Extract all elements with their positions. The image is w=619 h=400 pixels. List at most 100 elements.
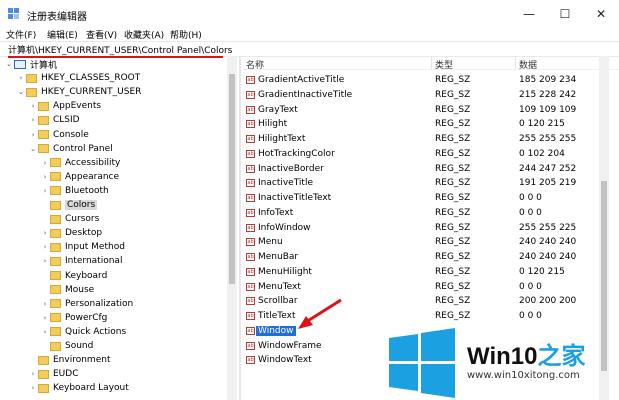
registry-value-row[interactable]: ab MenuText REG_SZ 0 0 0 (241, 280, 601, 294)
tree-item[interactable]: ⌄ Control Panel (28, 142, 113, 156)
minimize-button[interactable]: — (511, 0, 547, 27)
value-name[interactable]: HilightText (258, 134, 305, 144)
expand-chevron-icon[interactable]: › (40, 243, 50, 251)
value-name[interactable]: Scrollbar (258, 296, 298, 306)
tree-item-label[interactable]: Desktop (65, 228, 102, 238)
value-name[interactable]: InactiveTitleText (258, 193, 331, 203)
registry-value-row[interactable]: ab HotTrackingColor REG_SZ 0 102 204 (241, 147, 601, 161)
tree-item[interactable]: Cursors (40, 212, 99, 226)
registry-value-row[interactable]: ab Menu REG_SZ 240 240 240 (241, 235, 601, 249)
column-divider[interactable] (515, 56, 516, 69)
tree-item-label[interactable]: Quick Actions (65, 327, 126, 337)
registry-value-row[interactable]: ab TitleText REG_SZ 0 0 0 (241, 309, 601, 323)
tree-item-label[interactable]: 计算机 (30, 58, 57, 71)
tree-item-label[interactable]: Bluetooth (65, 186, 109, 196)
registry-value-row[interactable]: ab GradientInactiveTitle REG_SZ 215 228 242 (241, 88, 601, 102)
column-header-name[interactable]: 名称 (246, 58, 264, 71)
tree-scrollbar-thumb[interactable] (229, 74, 235, 284)
column-divider[interactable] (431, 56, 432, 69)
registry-value-row[interactable]: ab GradientActiveTitle REG_SZ 185 209 234 (241, 73, 601, 87)
registry-value-row[interactable]: ab InactiveBorder REG_SZ 244 247 252 (241, 162, 601, 176)
expand-chevron-icon[interactable]: › (28, 102, 38, 110)
registry-value-row[interactable]: ab HilightText REG_SZ 255 255 255 (241, 132, 601, 146)
tree-item-label[interactable]: Colors (65, 200, 98, 210)
expand-chevron-icon[interactable]: › (28, 384, 38, 392)
maximize-button[interactable]: ☐ (547, 0, 583, 27)
tree-item[interactable]: Sound (40, 339, 93, 353)
tree-item[interactable]: › Console (28, 128, 89, 142)
tree-item-label[interactable]: AppEvents (53, 101, 101, 111)
tree-item-label[interactable]: Accessibility (65, 158, 120, 168)
menu-view[interactable]: 查看(V) (86, 28, 117, 41)
tree-item[interactable]: Environment (28, 353, 110, 367)
expand-chevron-icon[interactable]: › (40, 314, 50, 322)
registry-value-row[interactable]: ab Hilight REG_SZ 0 120 215 (241, 117, 601, 131)
tree-item[interactable]: › International (40, 254, 123, 268)
value-name[interactable]: TitleText (258, 311, 296, 321)
registry-value-row[interactable]: ab InfoText REG_SZ 0 0 0 (241, 206, 601, 220)
tree-item-label[interactable]: Personalization (65, 299, 133, 309)
registry-value-row[interactable]: ab InfoWindow REG_SZ 255 255 225 (241, 221, 601, 235)
menu-favorites[interactable]: 收藏夹(A) (124, 28, 164, 41)
registry-value-row[interactable]: ab InactiveTitle REG_SZ 191 205 219 (241, 176, 601, 190)
value-name[interactable]: HotTrackingColor (258, 149, 335, 159)
menu-edit[interactable]: 编辑(E) (47, 28, 78, 41)
expand-chevron-icon[interactable]: ⌄ (16, 88, 26, 96)
expand-chevron-icon[interactable]: ⌄ (4, 60, 14, 68)
column-header-type[interactable]: 类型 (435, 58, 453, 71)
tree-item-label[interactable]: HKEY_CURRENT_USER (41, 87, 141, 97)
expand-chevron-icon[interactable]: › (28, 131, 38, 139)
tree-item-label[interactable]: HKEY_CLASSES_ROOT (41, 73, 140, 83)
tree-item-label[interactable]: Control Panel (53, 144, 113, 154)
value-name[interactable]: MenuBar (258, 252, 298, 262)
tree-item-label[interactable]: Appearance (65, 172, 119, 182)
tree-item-label[interactable]: Input Method (65, 242, 125, 252)
tree-item-label[interactable]: Cursors (65, 214, 99, 224)
expand-chevron-icon[interactable]: › (40, 328, 50, 336)
tree-item[interactable]: ⌄ 计算机 (4, 57, 57, 71)
expand-chevron-icon[interactable]: ⌄ (28, 145, 38, 153)
expand-chevron-icon[interactable]: › (40, 159, 50, 167)
tree-item[interactable]: › AppEvents (28, 99, 101, 113)
menu-file[interactable]: 文件(F) (6, 28, 36, 41)
tree-item-label[interactable]: Mouse (65, 285, 94, 295)
tree-item[interactable]: Keyboard (40, 269, 107, 283)
tree-item-label[interactable]: EUDC (53, 369, 79, 379)
tree-item[interactable]: › EUDC (28, 367, 79, 381)
value-name[interactable]: GradientInactiveTitle (258, 90, 352, 100)
value-name[interactable]: InactiveTitle (258, 178, 313, 188)
tree-item[interactable]: ⌄ HKEY_CURRENT_USER (16, 85, 141, 99)
tree-item-label[interactable]: Keyboard Layout (53, 383, 129, 393)
tree-item[interactable]: Colors (40, 198, 98, 212)
tree-item[interactable]: › Bluetooth (40, 184, 109, 198)
expand-chevron-icon[interactable]: › (40, 229, 50, 237)
expand-chevron-icon[interactable]: › (28, 370, 38, 378)
tree-item[interactable]: › Quick Actions (40, 325, 127, 339)
tree-item-label[interactable]: CLSID (53, 115, 80, 125)
registry-value-row[interactable]: ab MenuHilight REG_SZ 0 120 215 (241, 265, 601, 279)
value-name[interactable]: InfoText (258, 208, 293, 218)
tree-item[interactable]: › Input Method (40, 240, 125, 254)
value-name[interactable]: Hilight (258, 119, 287, 129)
value-name[interactable]: GradientActiveTitle (258, 75, 344, 85)
menu-help[interactable]: 帮助(H) (170, 28, 202, 41)
registry-value-row[interactable]: ab MenuBar REG_SZ 240 240 240 (241, 250, 601, 264)
expand-chevron-icon[interactable]: › (40, 187, 50, 195)
tree-item[interactable]: › Personalization (40, 297, 134, 311)
tree-item-label[interactable]: Keyboard (65, 271, 107, 281)
tree-item[interactable]: Mouse (40, 283, 94, 297)
expand-chevron-icon[interactable]: › (28, 116, 38, 124)
address-path[interactable]: 计算机\HKEY_CURRENT_USER\Control Panel\Colo… (8, 43, 232, 56)
tree-item[interactable]: › Keyboard Layout (28, 381, 129, 395)
address-bar[interactable]: 计算机\HKEY_CURRENT_USER\Control Panel\Colo… (0, 41, 619, 58)
close-button[interactable]: ✕ (583, 0, 619, 27)
expand-chevron-icon[interactable]: › (40, 173, 50, 181)
value-name[interactable]: InactiveBorder (258, 164, 324, 174)
key-tree-pane[interactable]: ⌄ 计算机 › HKEY_CLASSES_ROOT ⌄ HKEY_CURRENT_USER… (0, 56, 238, 400)
registry-value-row[interactable]: ab Scrollbar REG_SZ 200 200 200 (241, 294, 601, 308)
value-name[interactable]: Window (256, 325, 296, 336)
value-name[interactable]: Menu (258, 237, 283, 247)
tree-item[interactable]: › Desktop (40, 226, 103, 240)
value-name[interactable]: GrayText (258, 105, 298, 115)
tree-item-label[interactable]: Sound (65, 341, 93, 351)
